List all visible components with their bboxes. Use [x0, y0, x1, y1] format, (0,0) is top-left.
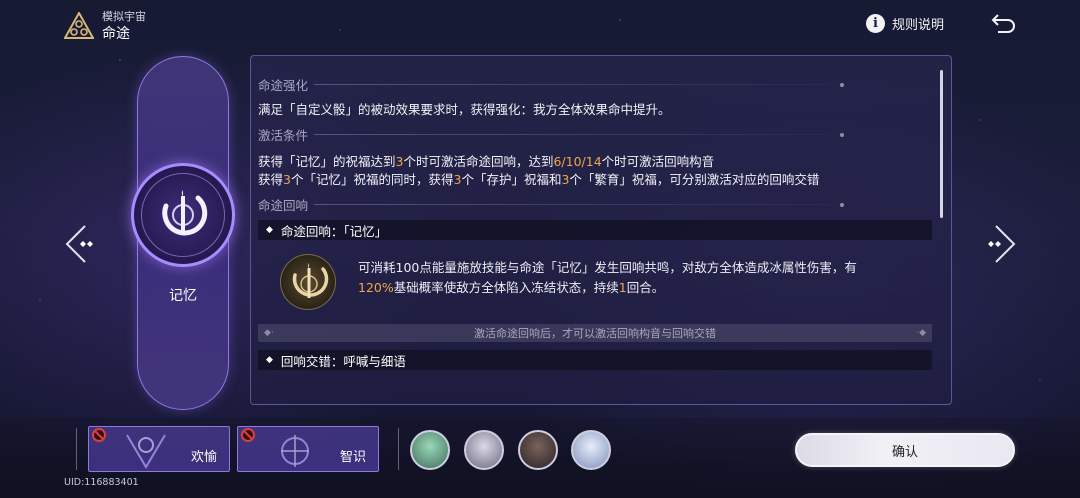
dot-decoration-icon: ·◆ — [916, 328, 926, 338]
resonance-text: 可消耗100点能量施放技能与命途「记忆」发生回响共鸣，对敌方全体造成冰属性伤害，… — [358, 260, 857, 275]
condition-text: 个「繁育」祝福，可分别激活对应的回响交错 — [569, 172, 820, 187]
uid-label: UID:116883401 — [64, 477, 139, 488]
simulated-universe-logo-icon — [64, 12, 94, 39]
elation-path-icon — [126, 434, 166, 469]
resonance-interplay-title: 回响交错：呼喊与细语 — [280, 353, 406, 369]
header-subtitle: 模拟宇宙 — [102, 10, 146, 23]
condition-line-1: 获得「记忆」的祝福达到3个时可激活命途回响，达到6/10/14个时可激活回响构音 — [258, 151, 714, 170]
condition-text: 个「记忆」祝福的同时，获得 — [290, 172, 454, 187]
echo-section-title: 命途回响 — [258, 195, 845, 214]
path-emblem — [131, 163, 235, 267]
condition-text: 个时可激活回响构音 — [601, 154, 715, 169]
dot-decoration-icon: ◆· — [264, 328, 274, 338]
resonance-text: 基础概率使敌方全体陷入冻结状态，持续 — [393, 280, 619, 295]
condition-text: 获得「记忆」的祝福达到 — [258, 154, 396, 169]
condition-text: 获得 — [258, 172, 284, 187]
resonance-number: 120% — [358, 280, 394, 295]
section-dot — [840, 202, 845, 207]
condition-text: 个「存护」祝福和 — [461, 172, 562, 187]
condition-number: 6/10/14 — [553, 154, 602, 169]
page-title: 命途 — [102, 26, 130, 42]
ability-slot-erudition[interactable]: 智识 — [237, 426, 379, 472]
diamond-bullet-icon: ◆ — [266, 225, 273, 235]
team-member-avatar[interactable] — [571, 430, 611, 470]
rules-button[interactable]: i 规则说明 — [866, 14, 944, 33]
section-divider — [314, 134, 835, 135]
bottom-divider — [76, 428, 77, 470]
resonance-interplay-header: ◆ 回响交错：呼喊与细语 — [258, 350, 932, 370]
header-breadcrumb: 模拟宇宙 命途 — [102, 10, 146, 44]
enhance-section-title: 命途强化 — [258, 75, 845, 94]
locked-icon — [241, 428, 255, 442]
path-resonance-description: 可消耗100点能量施放技能与命途「记忆」发生回响共鸣，对敌方全体造成冰属性伤害，… — [358, 258, 918, 298]
section-dot — [840, 132, 845, 137]
enhance-title-text: 命途强化 — [258, 78, 309, 93]
ability-label: 欢愉 — [190, 450, 217, 465]
confirm-button[interactable]: 确认 — [795, 433, 1015, 467]
back-arrow-icon[interactable] — [990, 12, 1018, 36]
section-divider — [314, 84, 835, 85]
path-resonance-header: ◆ 命途回响：「记忆」 — [258, 220, 932, 240]
locked-icon — [92, 428, 106, 442]
resonance-text: 回合。 — [626, 280, 665, 295]
path-resonance-title: 命途回响：「记忆」 — [280, 223, 388, 239]
path-name: 记忆 — [169, 288, 197, 304]
team-member-avatar[interactable] — [464, 430, 504, 470]
remembrance-path-icon — [141, 173, 225, 257]
activation-hint: ◆· 激活命途回响后，才可以激活回响构音与回响交错 ·◆ — [258, 324, 932, 342]
rules-label: 规则说明 — [892, 18, 945, 33]
section-dot — [840, 82, 845, 87]
panel-scrollbar[interactable] — [940, 70, 943, 218]
condition-text: 个时可激活命途回响，达到 — [403, 154, 554, 169]
condition-line-2: 获得3个「记忆」祝福的同时，获得3个「存护」祝福和3个「繁育」祝福，可分别激活对… — [258, 169, 819, 188]
resonance-number: 1 — [618, 280, 627, 295]
section-divider — [314, 204, 835, 205]
condition-section-title: 激活条件 — [258, 125, 845, 144]
ability-slot-elation[interactable]: 欢愉 — [88, 426, 230, 472]
path-resonance-icon — [280, 254, 336, 310]
chevron-left-icon[interactable] — [63, 222, 99, 266]
echo-section-title-text: 命途回响 — [258, 198, 309, 213]
enhance-description: 满足「自定义骰」的被动效果要求时，获得强化：我方全体效果命中提升。 — [258, 102, 671, 117]
team-member-avatar[interactable] — [518, 430, 558, 470]
chevron-right-icon[interactable] — [982, 222, 1018, 266]
team-member-avatar[interactable] — [410, 430, 450, 470]
condition-title-text: 激活条件 — [258, 128, 309, 143]
bottom-divider — [398, 428, 399, 470]
condition-number: 3 — [283, 172, 291, 187]
ability-label: 智识 — [339, 450, 366, 465]
diamond-bullet-icon: ◆ — [266, 355, 273, 365]
erudition-path-icon — [281, 435, 309, 467]
activation-hint-text: 激活命途回响后，才可以激活回响构音与回响交错 — [474, 327, 716, 340]
info-icon: i — [866, 14, 885, 33]
